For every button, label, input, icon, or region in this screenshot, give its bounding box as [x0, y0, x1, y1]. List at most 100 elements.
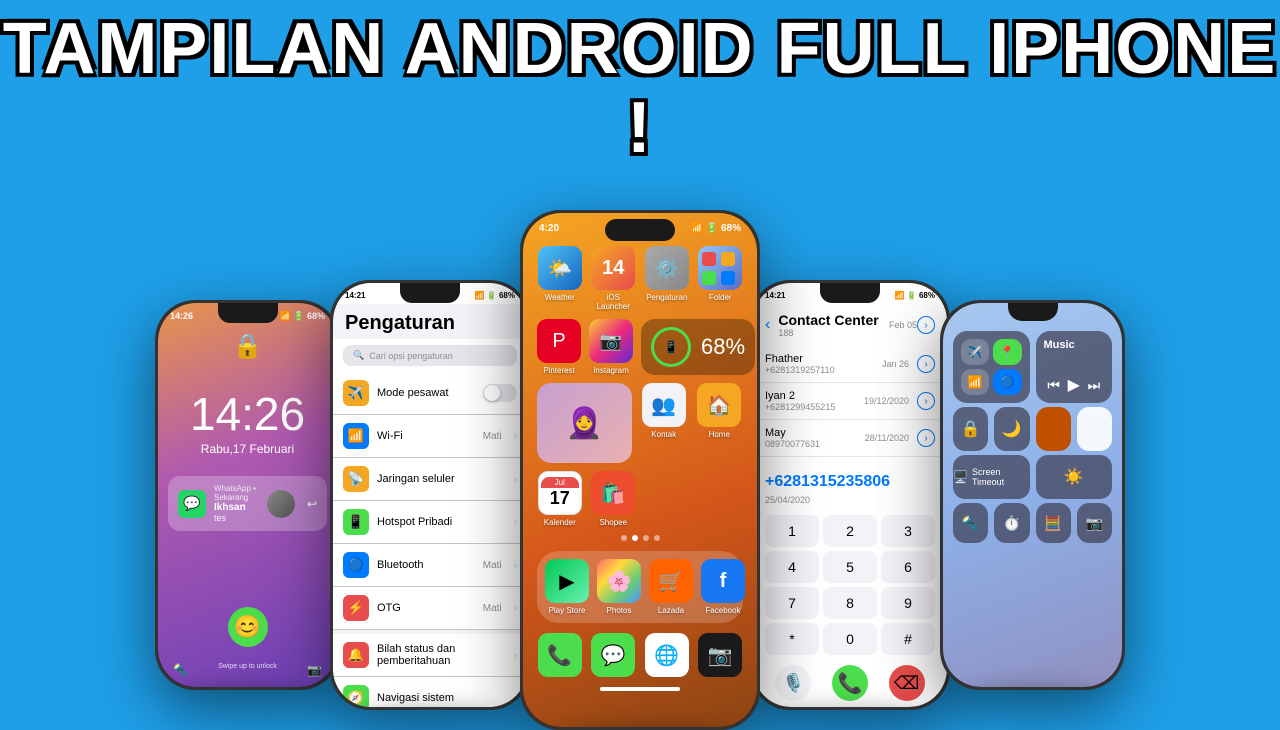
dial-8[interactable]: 8 [823, 587, 877, 619]
contact-iyan-phone: +6281299455215 [765, 402, 856, 412]
cc-third-row: 🖥️ Screen Timeout ☀️ [943, 455, 1122, 503]
delete-action[interactable]: ⌫ [889, 665, 925, 701]
app-ios-launcher[interactable]: 14 iOS Launcher [591, 246, 637, 311]
settings-item-cellular[interactable]: 📡 Jaringan seluler › [333, 458, 527, 501]
contact-fhather-arrow[interactable]: › [917, 355, 935, 373]
dock-chrome[interactable]: 🌐 [644, 633, 690, 677]
night-tile[interactable]: 🌙 [994, 407, 1029, 451]
settings-item-hotspot[interactable]: 📱 Hotspot Pribadi › [333, 501, 527, 544]
dock-phone[interactable]: 📞 [537, 633, 583, 677]
dock-messages[interactable]: 💬 [591, 633, 637, 677]
airplane-toggle[interactable] [483, 384, 517, 402]
app-kalender[interactable]: Jul 17 Kalender [537, 471, 583, 527]
calc-tile[interactable]: 🧮 [1036, 503, 1071, 543]
app-home[interactable]: 🏠 Home [696, 383, 744, 463]
brightness-tile[interactable]: ☀️ [1036, 455, 1113, 499]
contact-center-num: 188 [778, 328, 889, 338]
setting-label-cellular: Jaringan seluler [377, 473, 502, 485]
dial-1[interactable]: 1 [765, 515, 819, 547]
settings-item-airplane[interactable]: ✈️ Mode pesawat [333, 372, 527, 415]
bt-tile[interactable]: 🔵 [993, 369, 1021, 395]
dock-camera[interactable]: 📷 [698, 633, 744, 677]
app-kontak[interactable]: 👥 Kontak [640, 383, 688, 463]
screen-timeout-tile[interactable]: 🖥️ Screen Timeout [953, 455, 1030, 499]
dial-5[interactable]: 5 [823, 551, 877, 583]
dialer-keypad: 1 2 3 4 5 6 7 8 9 * 0 # [753, 511, 947, 659]
settings-time: 14:21 [345, 291, 365, 300]
settings-search-bar[interactable]: 🔍 Cari opsi pengaturan [343, 345, 517, 366]
cc-second-row: 🔒 🌙 [943, 407, 1122, 455]
notch-settings [400, 283, 460, 303]
status-battery: 📶 🔋 68% [280, 311, 325, 322]
dial-3[interactable]: 3 [881, 515, 935, 547]
contact-iyan[interactable]: Iyan 2 +6281299455215 19/12/2020 › [753, 383, 947, 420]
play-icon[interactable]: ▶ [1068, 375, 1080, 395]
camera-icon: 📷 [698, 633, 742, 677]
location-tile[interactable]: 📍 [993, 339, 1021, 365]
notif-message: tes [214, 513, 259, 523]
lock-tile[interactable]: 🔒 [953, 407, 988, 451]
setting-label-status-bar: Bilah status dan pemberitahuan [377, 643, 502, 667]
cc-bottom-row: 🔦 ⏱️ 🧮 📷 [943, 503, 1122, 551]
contact-may-arrow[interactable]: › [917, 429, 935, 447]
dock-lazada[interactable]: 🛒 Lazada [649, 559, 693, 615]
dial-6[interactable]: 6 [881, 551, 935, 583]
settings-item-wifi[interactable]: 📶 Wi-Fi Mati › [333, 415, 527, 458]
status-time: 14:26 [170, 311, 193, 322]
app-pengaturan[interactable]: ⚙️ Pengaturan [644, 246, 690, 311]
cellular-arrow: › [514, 474, 517, 485]
dial-0[interactable]: 0 [823, 623, 877, 655]
call-action[interactable]: 📞 [832, 665, 868, 701]
app-folder[interactable]: Folder [698, 246, 744, 311]
otg-icon: ⚡ [343, 595, 369, 621]
hotspot-arrow: › [514, 517, 517, 528]
camera-tile[interactable]: 📷 [1077, 503, 1112, 543]
dial-2[interactable]: 2 [823, 515, 877, 547]
flashlight-tile[interactable]: 🔦 [953, 503, 988, 543]
dial-9[interactable]: 9 [881, 587, 935, 619]
dial-7[interactable]: 7 [765, 587, 819, 619]
contact-may[interactable]: May 08970077631 28/11/2020 › [753, 420, 947, 457]
app-instagram[interactable]: 📷 Instagram [589, 319, 633, 375]
dial-star[interactable]: * [765, 623, 819, 655]
forward-icon[interactable]: ⏭ [1088, 377, 1101, 394]
dialer-actions: 🎙️ 📞 ⌫ [753, 659, 947, 707]
shopee-label: Shopee [599, 518, 627, 527]
dock-playstore[interactable]: ▶ Play Store [545, 559, 589, 615]
dial-hash[interactable]: # [881, 623, 935, 655]
notif-app-name: WhatsApp • Sekarang [214, 484, 259, 502]
settings-item-status-bar[interactable]: 🔔 Bilah status dan pemberitahuan › [333, 634, 527, 677]
rewind-icon[interactable]: ⏮ [1047, 377, 1060, 394]
app-weather[interactable]: 🌤️ Weather [537, 246, 583, 311]
contact-ikhsan[interactable]: Ikhsan 087885363620 06/08/2020 › [753, 457, 947, 465]
wifi-tile[interactable]: 📶 [961, 369, 989, 395]
orange-tile[interactable] [1036, 407, 1071, 451]
cc-connectivity-tile: ✈️ 📍 📶 🔵 [953, 331, 1030, 403]
contact-fhather-info: Fhather +6281319257110 [765, 353, 874, 375]
dock-photos[interactable]: 🌸 Photos [597, 559, 641, 615]
notification-content: WhatsApp • Sekarang Ikhsan tes [214, 484, 259, 523]
dock-facebook[interactable]: f Facebook [701, 559, 745, 615]
contact-iyan-arrow[interactable]: › [917, 392, 935, 410]
settings-item-bluetooth[interactable]: 🔵 Bluetooth Mati › [333, 544, 527, 587]
lock-date: Rabu,17 Februari [201, 442, 294, 456]
dial-4[interactable]: 4 [765, 551, 819, 583]
contact-may-phone: 08970077631 [765, 439, 857, 449]
settings-item-otg[interactable]: ⚡ OTG Mati › [333, 587, 527, 630]
monitor-icon: 🖥️ [953, 470, 968, 484]
bluetooth-icon: 🔵 [343, 552, 369, 578]
smiley-icon: 😊 [228, 607, 268, 647]
contact-fhather[interactable]: Fhather +6281319257110 Jan 26 › [753, 346, 947, 383]
timer-tile[interactable]: ⏱️ [994, 503, 1029, 543]
status-bar-icon: 🔔 [343, 642, 369, 668]
app-shopee[interactable]: 🛍️ Shopee [591, 471, 637, 527]
white-tile[interactable] [1077, 407, 1112, 451]
contact-center-arrow[interactable]: › [917, 316, 935, 334]
dialer-number: +6281315235806 [753, 465, 947, 495]
app-pinterest[interactable]: P Pinterest [537, 319, 581, 375]
voicemail-action[interactable]: 🎙️ [775, 665, 811, 701]
settings-item-navigation[interactable]: 🧭 Navigasi sistem › [333, 677, 527, 707]
app-grid-row1: 🌤️ Weather 14 iOS Launcher ⚙️ Pengaturan [523, 238, 757, 319]
airplane-tile[interactable]: ✈️ [961, 339, 989, 365]
contact-fhather-name: Fhather [765, 353, 874, 365]
